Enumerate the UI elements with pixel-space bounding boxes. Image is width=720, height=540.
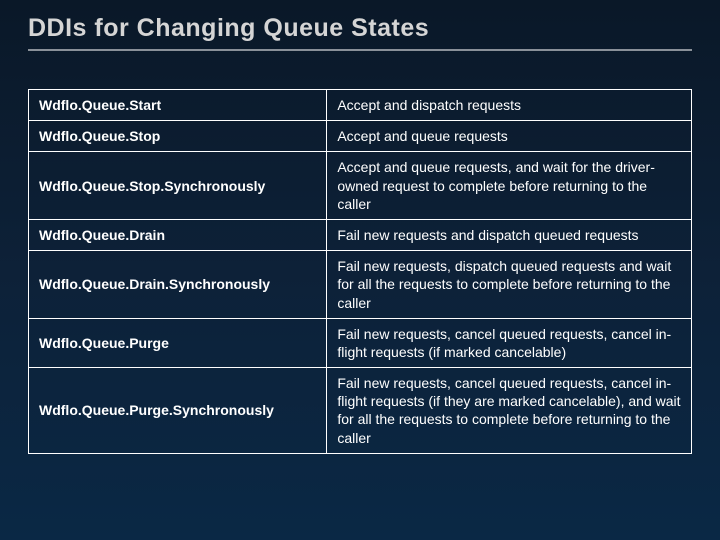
ddi-func-cell: Wdflo.Queue.Stop	[29, 121, 327, 152]
ddi-func-cell: Wdflo.Queue.Drain.Synchronously	[29, 251, 327, 319]
ddi-desc-cell: Fail new requests, dispatch queued reque…	[327, 251, 692, 319]
ddi-func-cell: Wdflo.Queue.Stop.Synchronously	[29, 152, 327, 220]
ddi-func-cell: Wdflo.Queue.Purge.Synchronously	[29, 368, 327, 454]
ddi-func-cell: Wdflo.Queue.Start	[29, 90, 327, 121]
table-row: Wdflo.Queue.Drain Fail new requests and …	[29, 219, 692, 250]
ddi-table: Wdflo.Queue.Start Accept and dispatch re…	[28, 89, 692, 454]
table-row: Wdflo.Queue.Purge Fail new requests, can…	[29, 318, 692, 367]
table-row: Wdflo.Queue.Purge.Synchronously Fail new…	[29, 368, 692, 454]
page-title: DDIs for Changing Queue States	[28, 14, 692, 51]
table-row: Wdflo.Queue.Stop.Synchronously Accept an…	[29, 152, 692, 220]
ddi-desc-cell: Accept and dispatch requests	[327, 90, 692, 121]
table-row: Wdflo.Queue.Start Accept and dispatch re…	[29, 90, 692, 121]
ddi-desc-cell: Fail new requests and dispatch queued re…	[327, 219, 692, 250]
table-row: Wdflo.Queue.Stop Accept and queue reques…	[29, 121, 692, 152]
ddi-func-cell: Wdflo.Queue.Drain	[29, 219, 327, 250]
slide: DDIs for Changing Queue States Wdflo.Que…	[0, 0, 720, 540]
ddi-desc-cell: Fail new requests, cancel queued request…	[327, 368, 692, 454]
ddi-desc-cell: Accept and queue requests	[327, 121, 692, 152]
ddi-desc-cell: Accept and queue requests, and wait for …	[327, 152, 692, 220]
ddi-func-cell: Wdflo.Queue.Purge	[29, 318, 327, 367]
ddi-desc-cell: Fail new requests, cancel queued request…	[327, 318, 692, 367]
table-row: Wdflo.Queue.Drain.Synchronously Fail new…	[29, 251, 692, 319]
